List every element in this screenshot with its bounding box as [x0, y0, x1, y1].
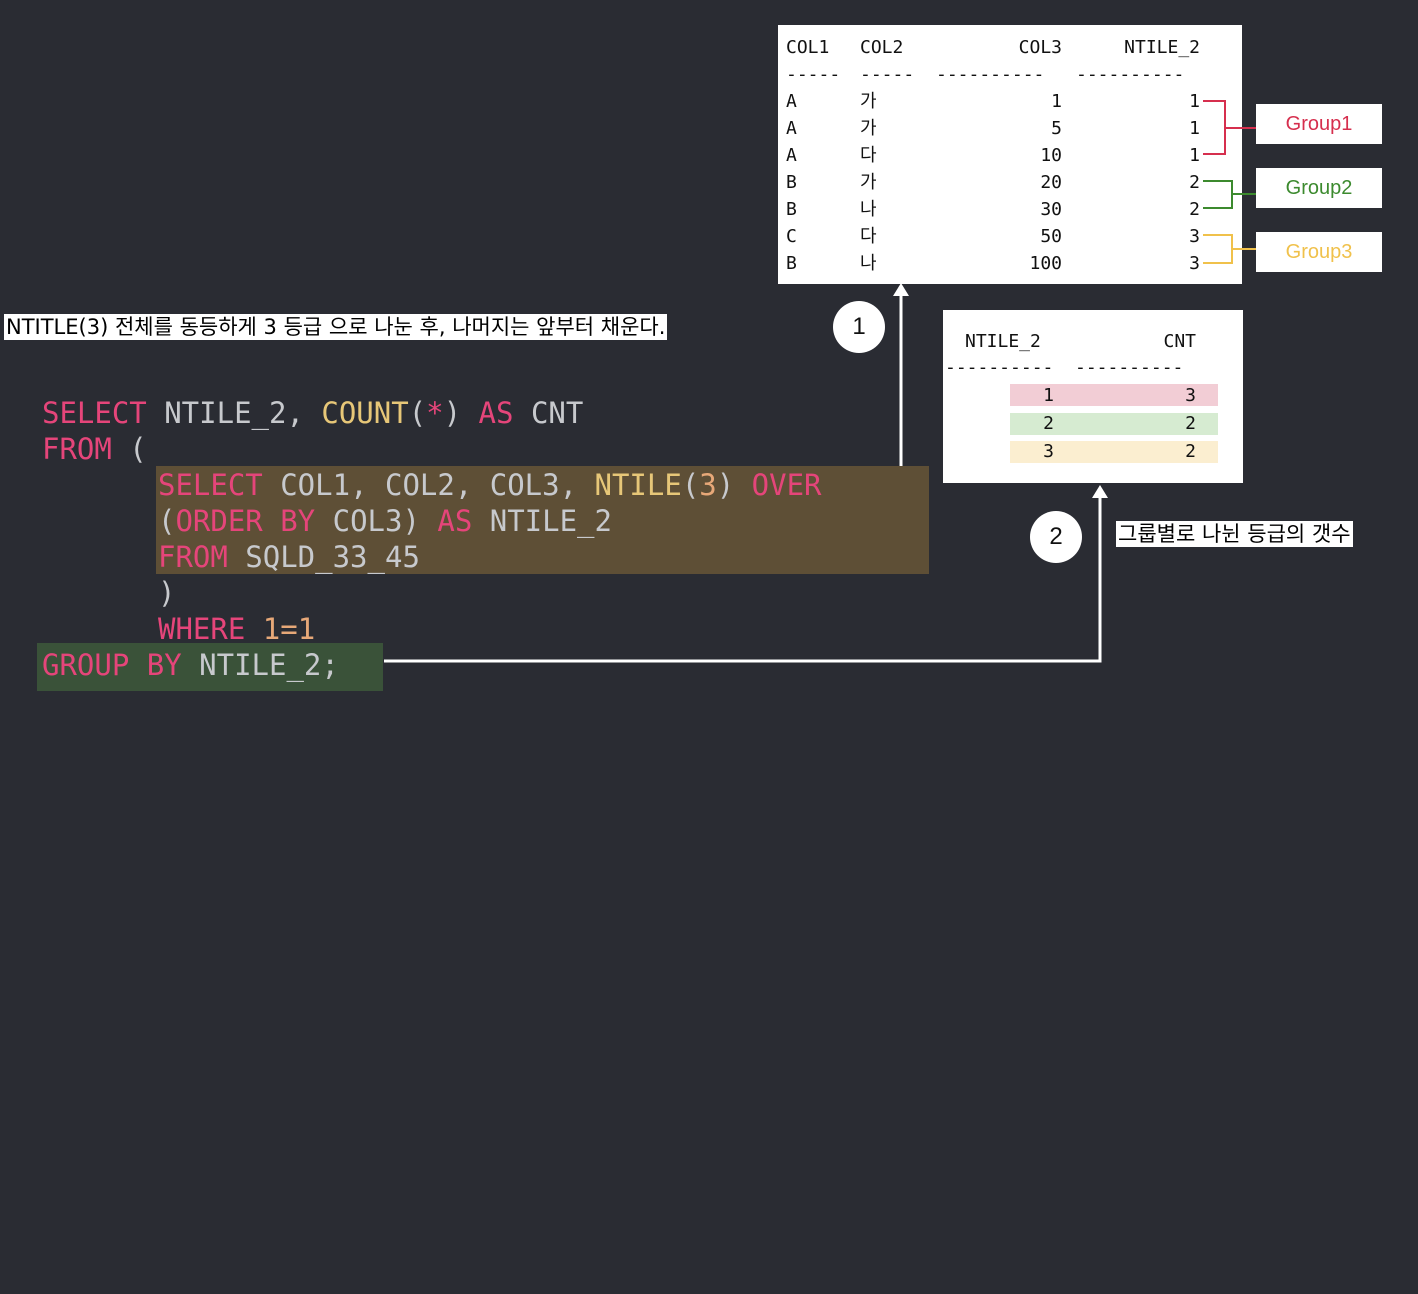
identifier: COL1, COL2, COL3, [262, 468, 595, 502]
paren: ( [408, 396, 427, 430]
identifier: CNT [513, 396, 584, 430]
sql-line-order-by: (ORDER BY COL3) AS NTILE_2 [158, 503, 612, 539]
sql-line-sub-select: SELECT COL1, COL2, COL3, NTILE(3) OVER [158, 467, 822, 503]
number: 3 [699, 468, 717, 502]
paren: ) [716, 468, 752, 502]
identifier: NTILE_2 [472, 504, 612, 538]
keyword-group-by: GROUP BY [42, 648, 182, 682]
row-ntile2: 3 [1043, 441, 1054, 462]
keyword-as: AS [437, 504, 473, 538]
function-ntile: NTILE [594, 468, 682, 502]
paren: ( [158, 504, 176, 538]
arrow-head-up [893, 283, 909, 296]
sql-line-where: WHERE 1=1 [158, 611, 315, 647]
keyword-select: SELECT [158, 468, 263, 502]
keyword-from: FROM [158, 540, 228, 574]
row-cnt: 2 [1185, 441, 1196, 462]
row-cnt: 3 [1185, 385, 1196, 406]
paren: ) [443, 396, 462, 430]
identifier: NTILE_2, [146, 396, 322, 430]
group1-bracket [1203, 100, 1258, 155]
paren: ( [681, 468, 700, 502]
group1-label: Group1 [1256, 104, 1382, 144]
arrow-head-up [1092, 485, 1108, 498]
keyword-where: WHERE [158, 612, 246, 646]
callout-1-badge: 1 [833, 301, 885, 353]
callout-2-badge: 2 [1030, 511, 1082, 563]
keyword-from: FROM [42, 432, 112, 466]
group3-label: Group3 [1256, 232, 1382, 272]
sql-line-close-paren: ) [158, 575, 175, 611]
keyword-select: SELECT [42, 396, 147, 430]
row-cnt: 2 [1185, 413, 1196, 434]
identifier: COL3) [315, 504, 438, 538]
keyword-order-by: ORDER BY [175, 504, 316, 538]
sql-line-sub-from: FROM SQLD_33_45 [158, 539, 420, 575]
header-cnt: CNT [1163, 331, 1196, 352]
callout-1-text: NTITLE(3) 전체를 동등하게 3 등급 으로 나눈 후, 나머지는 앞부… [4, 314, 668, 340]
group3-bracket [1203, 234, 1258, 264]
sql-line-select: SELECT NTILE_2, COUNT(*) AS CNT [42, 395, 583, 431]
row-ntile2: 1 [1043, 385, 1054, 406]
header-ntile2: NTILE_2 [965, 331, 1041, 352]
condition: 1=1 [245, 612, 316, 646]
sql-line-group-by: GROUP BY NTILE_2; [42, 647, 339, 683]
operator-star: * [426, 396, 444, 430]
identifier: SQLD_33_45 [227, 540, 420, 574]
group2-bracket [1203, 180, 1258, 209]
sql-line-from: FROM ( [42, 431, 147, 467]
group2-label: Group2 [1256, 168, 1382, 208]
header-separator: ---------- [1075, 357, 1184, 378]
identifier: NTILE_2; [181, 648, 339, 682]
callout-2-text: 그룹별로 나뉜 등급의 갯수 [1116, 521, 1353, 547]
count-result-table: NTILE_2 CNT ---------- ---------- 1 3 2 … [943, 310, 1243, 483]
paren: ) [158, 576, 176, 610]
keyword-over: OVER [751, 468, 822, 502]
header-separator: ---------- [945, 357, 1054, 378]
function-count: COUNT [321, 396, 409, 430]
keyword-as: AS [461, 396, 514, 430]
paren: ( [111, 432, 147, 466]
row-ntile2: 2 [1043, 413, 1054, 434]
